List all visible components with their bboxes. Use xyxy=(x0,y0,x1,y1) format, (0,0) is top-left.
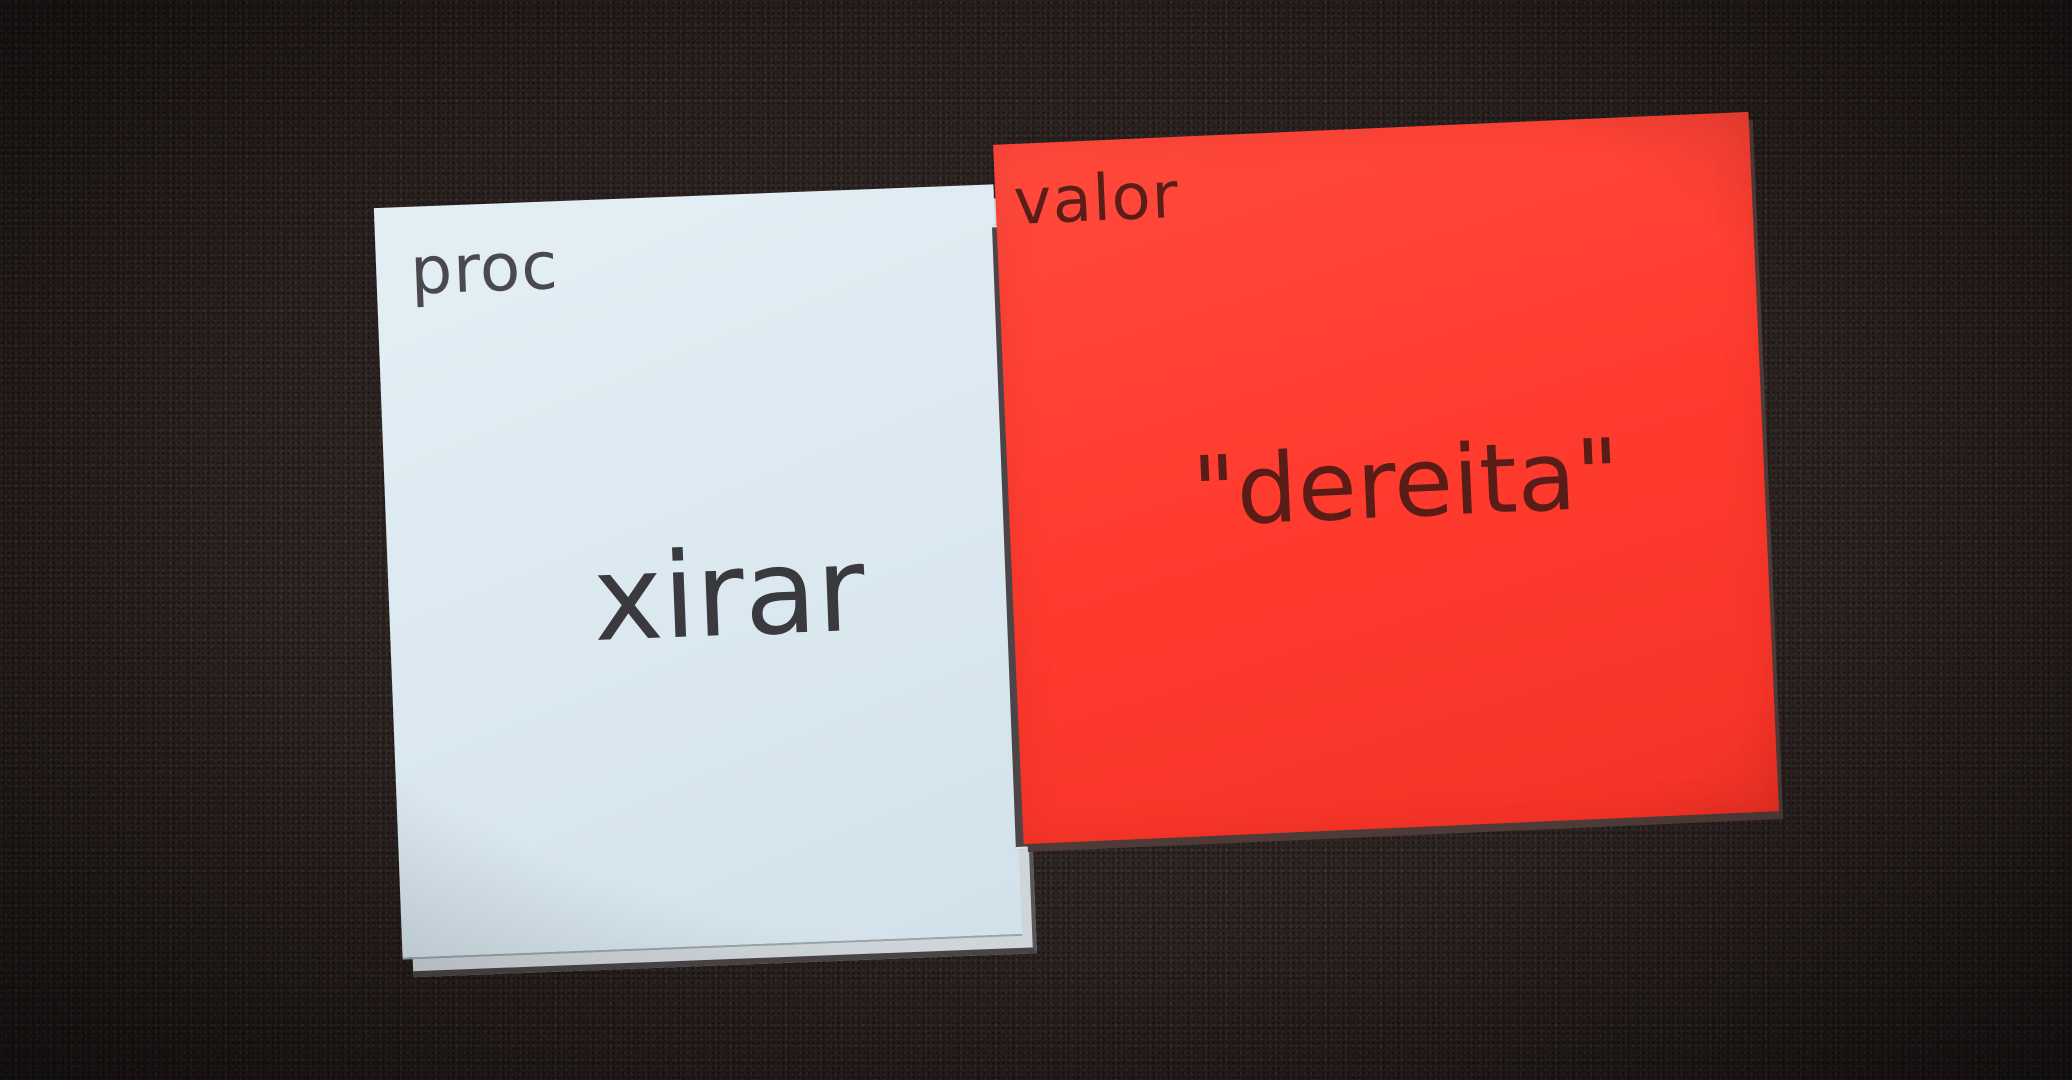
value-card[interactable]: valor "dereita" xyxy=(993,111,1784,852)
value-card-type-label: valor xyxy=(1012,158,1181,240)
procedure-card-type-label: proc xyxy=(408,227,560,310)
procedure-card[interactable]: proc xirar xyxy=(373,184,1041,978)
photo-scene: proc xirar valor "dereita" xyxy=(0,0,2072,1080)
procedure-card-name: xirar xyxy=(590,519,868,668)
